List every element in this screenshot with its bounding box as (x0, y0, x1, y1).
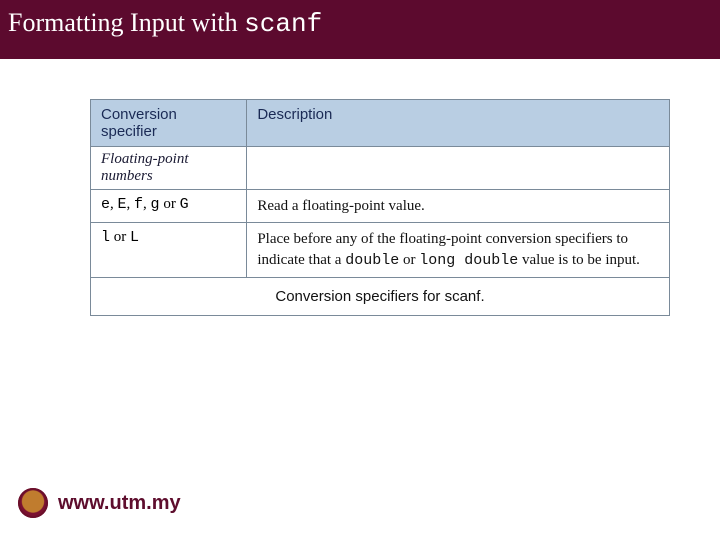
specifier-table: Conversion specifier Description Floatin… (90, 99, 670, 316)
spec-token: l (101, 229, 110, 246)
header-conversion-specifier: Conversion specifier (91, 100, 247, 147)
spec-sep: , (110, 196, 118, 212)
table-header-row: Conversion specifier Description (91, 100, 670, 147)
spec-sep: or (160, 196, 180, 212)
section-row: Floating-point numbers (91, 147, 670, 190)
title-code: scanf (244, 9, 322, 39)
footer: www.utm.my (18, 488, 181, 518)
spec-token: G (180, 196, 189, 213)
spec-token: f (134, 196, 143, 213)
caption-row: Conversion specifiers for scanf. (91, 277, 670, 315)
desc-keyword: long double (419, 252, 518, 269)
footer-url: www.utm.my (58, 492, 181, 515)
slide-title: Formatting Input with scanf (8, 8, 322, 37)
table-container: Conversion specifier Description Floatin… (0, 59, 720, 316)
spec-cell: l or L (91, 223, 247, 278)
utm-logo-icon (18, 488, 48, 518)
spec-token: e (101, 196, 110, 213)
spec-sep: or (110, 229, 130, 245)
spec-token: g (151, 196, 160, 213)
table-row: l or L Place before any of the floating-… (91, 223, 670, 278)
title-bar: Formatting Input with scanf (0, 0, 720, 59)
section-empty (247, 147, 670, 190)
spec-sep: , (127, 196, 135, 212)
table-caption: Conversion specifiers for scanf. (91, 277, 670, 315)
desc-text: value is to be input. (518, 252, 640, 268)
desc-text: or (399, 252, 419, 268)
spec-sep: , (143, 196, 151, 212)
desc-cell: Place before any of the floating-point c… (247, 223, 670, 278)
desc-cell: Read a floating-point value. (247, 190, 670, 223)
table-row: e, E, f, g or G Read a floating-point va… (91, 190, 670, 223)
spec-token: L (130, 229, 139, 246)
section-label: Floating-point numbers (91, 147, 247, 190)
spec-token: E (118, 196, 127, 213)
desc-keyword: double (345, 252, 399, 269)
spec-cell: e, E, f, g or G (91, 190, 247, 223)
header-description: Description (247, 100, 670, 147)
title-prefix: Formatting Input with (8, 8, 244, 37)
